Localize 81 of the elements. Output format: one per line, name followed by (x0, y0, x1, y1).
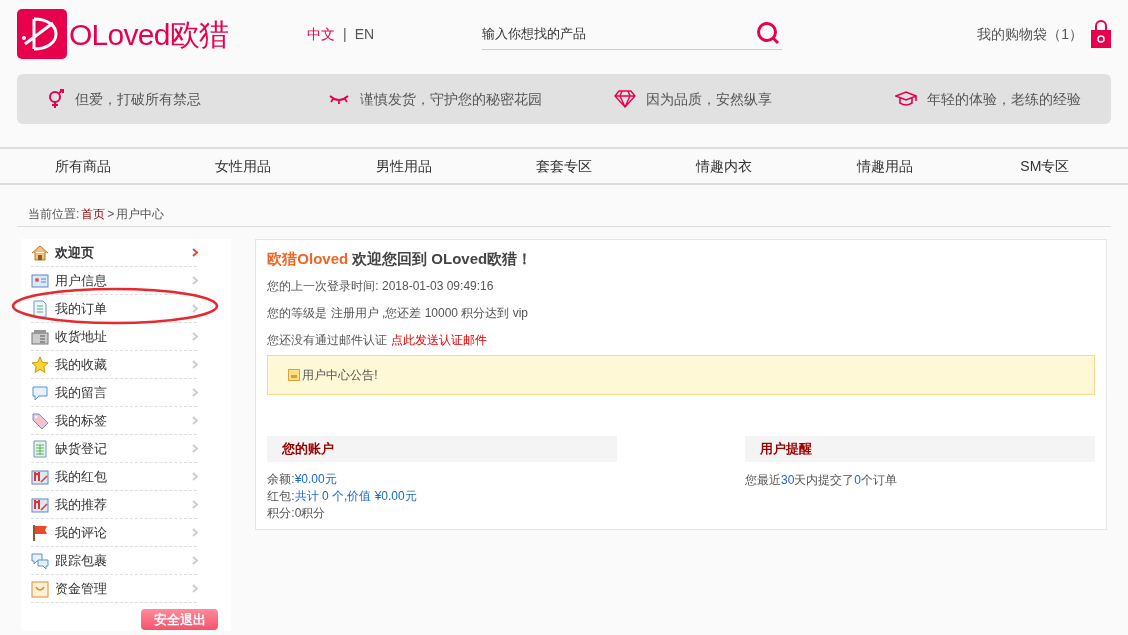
nav-link[interactable]: 所有商品 (55, 155, 112, 177)
spreadsheet-icon (31, 439, 49, 458)
chevron-icon (192, 444, 200, 453)
chevron-icon (192, 388, 200, 397)
gift-card-icon (31, 495, 49, 514)
sidebar-item[interactable]: 欢迎页 (55, 242, 94, 263)
sidebar-item[interactable]: 用户信息 (55, 270, 107, 291)
section-header: 您的账户 (267, 435, 618, 462)
nav-link[interactable]: 男性用品 (375, 155, 432, 177)
chevron-icon (192, 248, 200, 257)
language-link[interactable]: 中文 (307, 23, 335, 45)
document-icon (31, 299, 49, 318)
sidebar-item[interactable]: 缺货登记 (55, 438, 107, 459)
account-line: 红包:共计 0 个,价值 ¥0.00元 (267, 487, 418, 505)
tag-icon (31, 411, 49, 430)
brand-name: 欧猎Oloved (267, 249, 349, 269)
account-line: 积分:0积分 (267, 504, 327, 522)
sidebar-item[interactable]: 资金管理 (55, 578, 107, 599)
sidebar-item[interactable]: 我的推荐 (55, 494, 107, 515)
language-separator: | (343, 24, 347, 44)
chevron-icon (192, 360, 200, 369)
send-email-link[interactable]: 点此发送认证邮件 (391, 330, 488, 349)
nav-link[interactable]: SM专区 (1020, 155, 1070, 177)
chevron-icon (192, 332, 200, 341)
feature-text: 因为品质，安然纵享 (646, 89, 773, 109)
feature-text: 但爱，打破所有禁忌 (75, 89, 201, 109)
sidebar-item[interactable]: 我的留言 (55, 382, 107, 403)
chevron-icon (192, 584, 200, 593)
sidebar-item[interactable]: 我的评论 (55, 522, 107, 543)
feature-text: 谨慎发货，守护您的秘密花园 (359, 89, 542, 109)
closed-eye-icon (327, 93, 350, 105)
chevron-icon (192, 416, 200, 425)
reminder-text: 您最近30天内提交了0个订单 (745, 471, 899, 489)
cart-link[interactable]: 我的购物袋（1） (977, 23, 1083, 45)
feature-text: 年轻的体验，老练的经验 (927, 89, 1081, 109)
search-field[interactable]: 输入你想找的产品 (482, 18, 756, 49)
level-text: 您的等级是 注册用户 ,您还差 10000 积分达到 vip (267, 304, 530, 322)
star-icon (31, 355, 49, 374)
notice-icon (288, 368, 301, 381)
sidebar-item[interactable]: 收货地址 (55, 326, 107, 347)
nav-link[interactable]: 女性用品 (215, 155, 272, 177)
speech-bubbles-icon (31, 551, 49, 570)
sidebar-item[interactable]: 跟踪包裹 (55, 550, 107, 571)
last-login-text: 您的上一次登录时间: 2018-01-03 09:49:16 (267, 277, 495, 295)
gender-symbol-icon (47, 89, 65, 109)
sidebar-item[interactable]: 我的订单 (55, 298, 107, 319)
chevron-icon (192, 472, 200, 481)
logo-icon (17, 9, 67, 59)
search-icon[interactable] (756, 20, 782, 47)
speech-bubble-icon (31, 383, 49, 402)
section-header: 用户提醒 (745, 435, 1095, 462)
logo-text: OLoved欧猎 (69, 16, 229, 53)
chevron-icon (192, 500, 200, 509)
nav-link[interactable]: 套套专区 (536, 155, 592, 177)
language-link[interactable]: EN (354, 23, 375, 45)
telephone-icon (31, 327, 49, 346)
chevron-icon (192, 276, 200, 285)
chevron-icon (192, 556, 200, 565)
graduation-cap-icon (895, 91, 917, 107)
shopping-bag-icon[interactable] (1091, 20, 1111, 48)
nav-link[interactable]: 情趣内衣 (696, 155, 753, 177)
breadcrumb-current: 用户中心 (116, 206, 165, 223)
id-card-icon (31, 271, 49, 290)
account-line: 余额:¥0.00元 (267, 470, 338, 488)
breadcrumb-link[interactable]: 首页 (81, 205, 106, 223)
breadcrumb-label: 当前位置: (28, 206, 80, 223)
sidebar-item[interactable]: 我的标签 (55, 410, 107, 431)
sidebar-item[interactable]: 我的收藏 (55, 354, 107, 375)
chevron-icon (192, 528, 200, 537)
nav-link[interactable]: 情趣用品 (856, 155, 913, 177)
sidebar-item[interactable]: 我的红包 (55, 466, 107, 487)
house-icon (31, 243, 49, 262)
notice-text: 用户中心公告! (302, 366, 378, 384)
welcome-title: 欢迎您回到 OLoved欧猎！ (352, 249, 533, 269)
wallet-icon (31, 579, 49, 598)
breadcrumb-separator: > (107, 206, 115, 223)
flag-icon (31, 523, 49, 542)
chevron-icon (192, 304, 200, 313)
email-prompt: 您还没有通过邮件认证 (267, 331, 388, 349)
gift-card-icon (31, 467, 49, 486)
diamond-icon (614, 90, 637, 108)
